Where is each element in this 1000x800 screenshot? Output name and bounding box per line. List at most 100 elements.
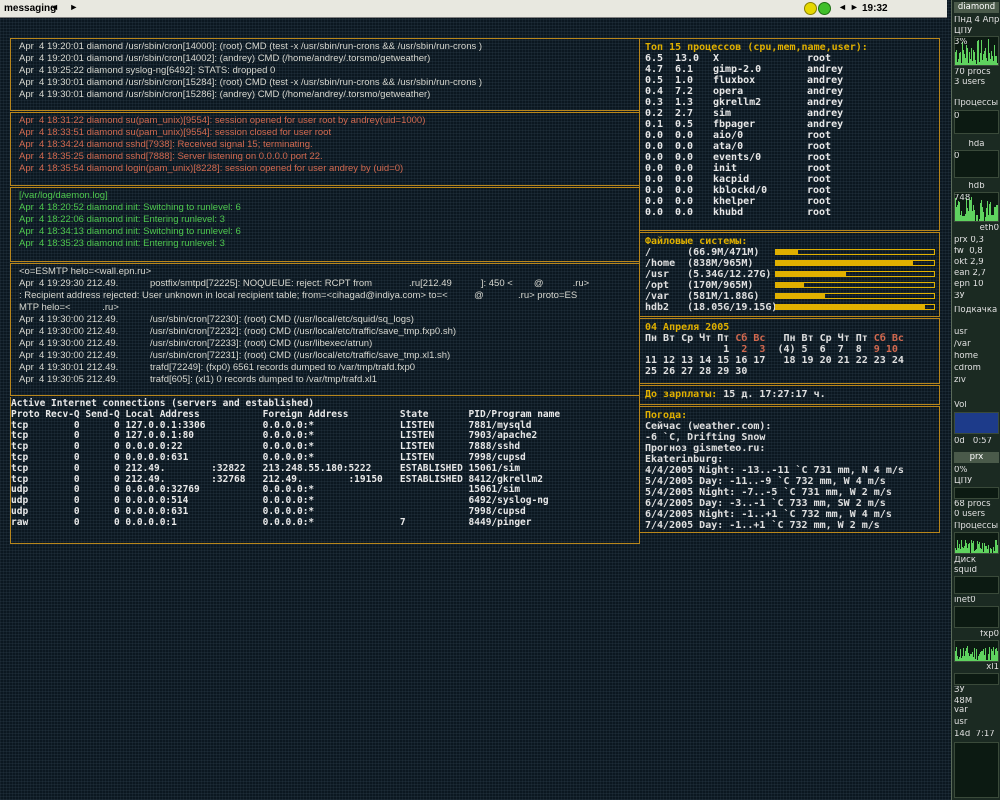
filesystem-usage-fill bbox=[776, 272, 846, 276]
process-mem: 6.1 bbox=[675, 64, 694, 75]
process-user: root bbox=[807, 207, 832, 218]
daemon-log-line: Apr 4 18:35:23 diamond init: Entering ru… bbox=[19, 238, 225, 249]
process-row: 6.5 13.0 Xroot bbox=[645, 53, 857, 64]
tray-status-icon[interactable] bbox=[818, 2, 831, 15]
process-mem: 13.0 bbox=[675, 53, 700, 64]
processes-header: Топ 15 процессов (cpu,mem,name,user): bbox=[645, 42, 868, 53]
process-name: events/0 bbox=[713, 152, 762, 163]
gk-hda-label: hda bbox=[968, 140, 985, 149]
window-title[interactable]: messaging bbox=[4, 3, 56, 14]
process-row: 0.3 1.3 gkrellm2 andrey bbox=[645, 97, 857, 108]
calendar-cell: 11 12 13 14 15 16 17 18 19 20 21 22 23 2… bbox=[645, 355, 904, 366]
weather-forecast-line: 5/4/2005 Day: -11..-9 `C 732 mm, W 4 m/s bbox=[645, 476, 886, 487]
gk-hda-zero: 0 bbox=[954, 152, 960, 161]
process-name: fbpager bbox=[713, 119, 756, 130]
process-user: andrey bbox=[807, 75, 844, 86]
mail-log-line: <o=ESMTP helo=<wall.epn.ru> bbox=[19, 266, 152, 277]
gk-pager[interactable] bbox=[954, 742, 999, 798]
pager-arrows[interactable]: ◄► bbox=[838, 2, 862, 12]
salary-panel: До зарплаты: 15 д. 17:27:17 ч. bbox=[639, 385, 940, 405]
gk-mount2-row[interactable]: var bbox=[954, 706, 999, 715]
auth-log-line: Apr 4 18:31:22 diamond su(pam_unix)[9554… bbox=[19, 115, 426, 126]
filesystem-row: / (66.9M/471M) bbox=[645, 247, 939, 258]
calendar-cell: 2 3 bbox=[741, 344, 766, 355]
process-row: 0.0 0.0 kacpid root bbox=[645, 174, 857, 185]
process-row: 4.7 6.1 gimp-2.0 andrey bbox=[645, 64, 857, 75]
process-cpu: 0.1 bbox=[645, 119, 664, 130]
gk-xl1-label: xl1 bbox=[986, 663, 999, 672]
process-cpu: 0.0 bbox=[645, 163, 664, 174]
netstat-line: Proto Recv-Q Send-Q Local Address Foreig… bbox=[11, 408, 561, 420]
mail-log-line: MTP helo=< .ru> bbox=[19, 302, 119, 313]
process-user: andrey bbox=[807, 97, 844, 108]
filesystem-label: /home (838M/965M) bbox=[645, 258, 754, 269]
gk-date: Пнд 4 Апр bbox=[954, 16, 999, 25]
gk-cpu-label: ЦПУ bbox=[954, 27, 973, 36]
process-mem: 2.7 bbox=[675, 108, 694, 119]
filesystem-label: hdb2 (18.05G/19.15G) bbox=[645, 302, 778, 313]
netstat-line: tcp 0 0 212.49. :32822 213.248.55.180:52… bbox=[11, 462, 521, 474]
filesystem-row: /var (581M/1.88G) bbox=[645, 291, 939, 302]
process-name: kacpid bbox=[713, 174, 750, 185]
gk-mount-row[interactable]: ziv bbox=[954, 376, 999, 385]
process-mem: 0.0 bbox=[675, 207, 694, 218]
filesystem-usage-bar bbox=[775, 260, 935, 266]
auth-log-line: Apr 4 18:34:24 diamond sshd[7938]: Recei… bbox=[19, 139, 313, 150]
weather-title: Погода: bbox=[645, 410, 688, 421]
filesystem-label: /usr (5.34G/12.27G) bbox=[645, 269, 772, 280]
filesystem-usage-bar bbox=[775, 304, 935, 310]
filesystem-usage-bar bbox=[775, 282, 935, 288]
process-user: root bbox=[807, 152, 832, 163]
process-user: root bbox=[807, 185, 832, 196]
gk-eth0-label: eth0 bbox=[979, 224, 999, 233]
process-mem: 1.3 bbox=[675, 97, 694, 108]
process-user: root bbox=[807, 130, 832, 141]
gk-cpu-percent: 3% bbox=[954, 38, 968, 47]
gk-mount-row[interactable]: home bbox=[954, 352, 999, 361]
weather-forecast-line: 7/4/2005 Day: -1..+1 `C 732 mm, W 2 m/s bbox=[645, 520, 880, 531]
process-user: root bbox=[807, 163, 832, 174]
filesystem-usage-fill bbox=[776, 261, 914, 265]
gk-hdb-label: hdb bbox=[968, 182, 985, 191]
daemon-log-line: Apr 4 18:34:13 diamond init: Switching t… bbox=[19, 226, 241, 237]
process-cpu: 0.5 bbox=[645, 75, 664, 86]
filesystem-row: /home (838M/965M) bbox=[645, 258, 939, 269]
mail-log-line: Apr 4 19:29:30 212.49. postfix/smtpd[722… bbox=[19, 278, 590, 289]
top-taskbar: messaging ◄ ► ◄► 19:32 bbox=[0, 0, 947, 18]
filesystem-usage-fill bbox=[776, 305, 925, 309]
gk-sensor-header: ЗУ bbox=[954, 292, 965, 301]
process-cpu: 0.0 bbox=[645, 152, 664, 163]
process-cpu: 0.3 bbox=[645, 97, 664, 108]
top-processes-panel: Топ 15 процессов (cpu,mem,name,user): 6.… bbox=[639, 38, 940, 231]
process-row: 0.0 0.0 init root bbox=[645, 163, 857, 174]
gk-squid-graph bbox=[954, 576, 999, 594]
gk-xl1-graph bbox=[954, 673, 999, 685]
weather-panel: Погода: Сейчас (weather.com): -6 `C, Dri… bbox=[639, 406, 940, 533]
netstat-panel: Active Internet connections (servers and… bbox=[10, 397, 640, 544]
process-row: 0.4 7.2 opera andrey bbox=[645, 86, 857, 97]
calendar-cell: Сб Вс bbox=[873, 333, 904, 344]
gk-mount2-row[interactable]: usr bbox=[954, 718, 999, 727]
mail-log-line: Apr 4 19:30:05 212.49. trafd[605]: (xl1)… bbox=[19, 374, 378, 385]
gk-mount-row[interactable]: cdrom bbox=[954, 364, 999, 373]
gk-mount-row[interactable]: /var bbox=[954, 340, 999, 349]
gk-fxp0-label: fxp0 bbox=[980, 630, 999, 639]
process-cpu: 0.0 bbox=[645, 207, 664, 218]
process-mem: 0.0 bbox=[675, 141, 694, 152]
gk-prx-percent: 0% bbox=[954, 466, 968, 475]
process-name: kblockd/0 bbox=[713, 185, 768, 196]
process-user: root bbox=[807, 174, 832, 185]
workspace-arrows[interactable]: ◄ ► bbox=[50, 2, 82, 12]
gk-fxp0-graph bbox=[954, 640, 999, 662]
gk-disk-label: Диск bbox=[954, 556, 976, 565]
sparkline-bar bbox=[988, 545, 989, 553]
sparkline-bar bbox=[997, 63, 998, 65]
process-cpu: 0.4 bbox=[645, 86, 664, 97]
process-mem: 7.2 bbox=[675, 86, 694, 97]
tray-app-icon[interactable] bbox=[804, 2, 817, 15]
cron-log-line: Apr 4 19:30:01 diamond /usr/sbin/cron[15… bbox=[19, 89, 431, 100]
process-mem: 0.0 bbox=[675, 152, 694, 163]
mail-log-line: Apr 4 19:30:00 212.49. /usr/sbin/cron[72… bbox=[19, 326, 457, 337]
gk-mount-row[interactable]: usr bbox=[954, 328, 999, 337]
filesystems-header: Файловые системы: bbox=[645, 236, 748, 247]
